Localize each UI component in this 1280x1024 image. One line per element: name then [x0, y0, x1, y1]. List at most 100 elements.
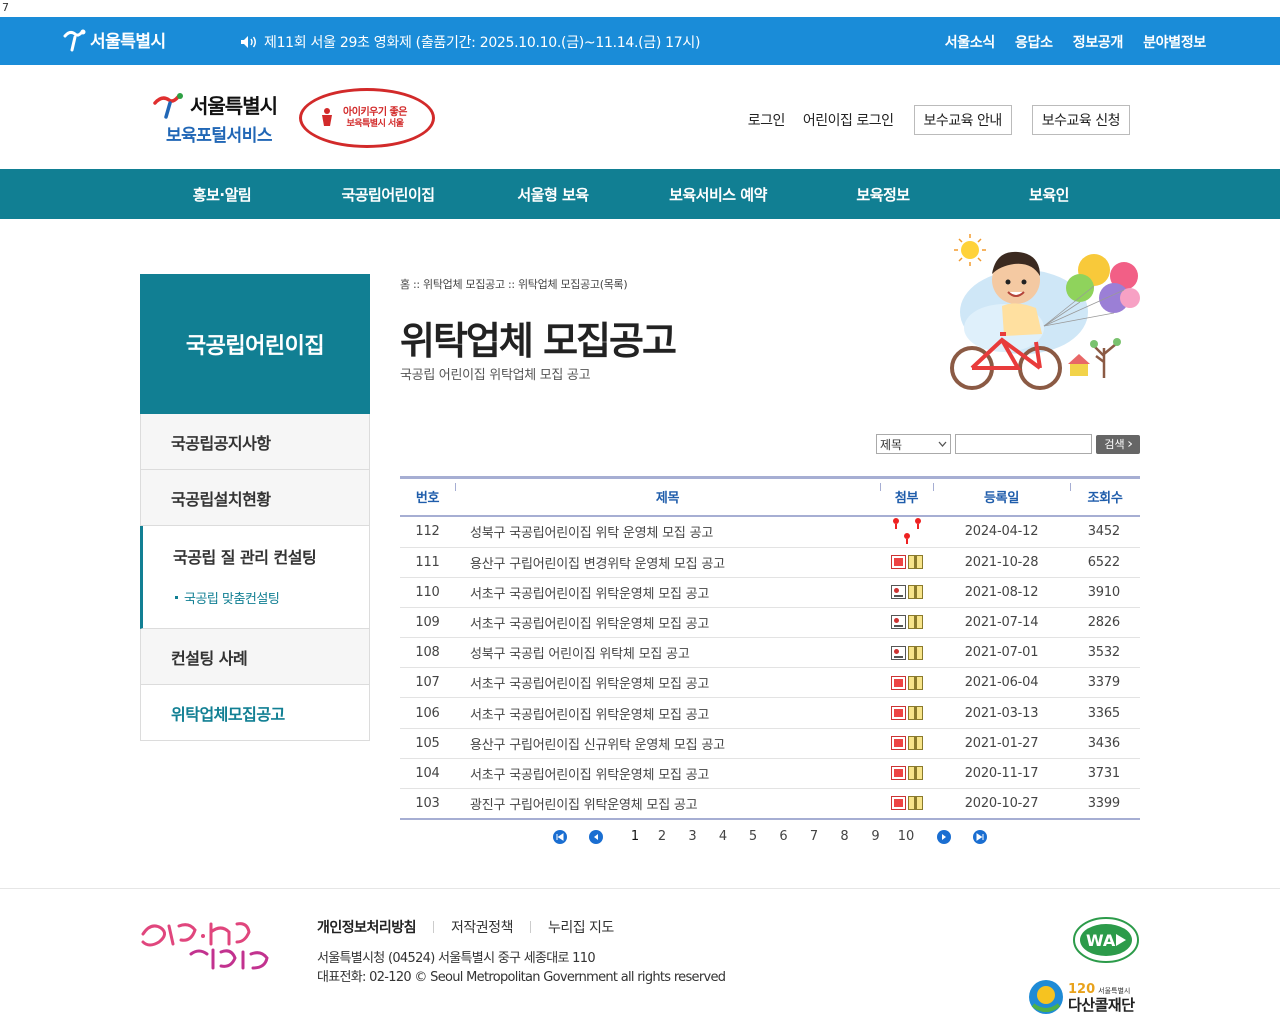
board-table: 번호 제목 첨부 등록일 조회수 112 성북구 국공립어린이집 위탁 운영체 모…: [400, 476, 1140, 820]
site-logo-line2: 보육포털서비스: [166, 126, 272, 146]
page-number-6[interactable]: 6: [768, 829, 799, 844]
i-seoul-u-slogan-logo[interactable]: [139, 914, 279, 974]
row-title-link[interactable]: 서초구 국공립어린이집 위탁운영체 모집 공고: [455, 668, 880, 698]
search-field-select[interactable]: 제목: [876, 434, 951, 454]
gnb-seoul-childcare[interactable]: 서울형 보육: [517, 184, 589, 205]
gnb-promo[interactable]: 홍보·알림: [193, 184, 252, 205]
gnb-public-daycare[interactable]: 국공립어린이집: [341, 184, 435, 205]
footer-address-line1: 서울특별시청 (04524) 서울특별시 중구 세종대로 110: [317, 951, 596, 966]
pdf-file-icon[interactable]: [890, 706, 906, 721]
row-title-link[interactable]: 광진구 구립어린이집 위탁운영체 모집 공고: [455, 789, 880, 819]
footer-link-copyright[interactable]: 저작권정책: [451, 917, 513, 937]
search-button[interactable]: 검색: [1096, 434, 1140, 454]
page-number-8[interactable]: 8: [829, 829, 860, 844]
row-title-link[interactable]: 성북구 국공립어린이집 위탁 운영체 모집 공고: [455, 516, 880, 548]
dasan-call-foundation-logo[interactable]: 120 서울특별시 다산콜재단: [1027, 979, 1135, 1015]
daycare-login-link[interactable]: 어린이집 로그인: [803, 110, 894, 130]
row-title-link[interactable]: 서초구 국공립어린이집 위탁운영체 모집 공고: [455, 758, 880, 788]
row-title-link[interactable]: 성북구 국공립 어린이집 위탁체 모집 공고: [455, 638, 880, 668]
attachment-marker-icon[interactable]: [912, 517, 924, 531]
table-row[interactable]: 107 서초구 국공립어린이집 위탁운영체 모집 공고 2021-06-04 3379: [400, 668, 1140, 698]
page-number-3[interactable]: 3: [677, 829, 708, 844]
table-row[interactable]: 112 성북구 국공립어린이집 위탁 운영체 모집 공고 2024-04-12 345…: [400, 516, 1140, 548]
training-guide-button[interactable]: 보수교육 안내: [913, 105, 1012, 135]
row-title-link[interactable]: 용산구 구립어린이집 신규위탁 운영체 모집 공고: [455, 728, 880, 758]
sidebar-item-consulting-cases[interactable]: 컨설팅 사례: [140, 629, 370, 685]
table-row[interactable]: 111 용산구 구립어린이집 변경위탁 운영체 모집 공고 2021-10-28 65…: [400, 547, 1140, 578]
table-row[interactable]: 106 서초구 국공립어린이집 위탁운영체 모집 공고 2021-03-13 3365: [400, 698, 1140, 729]
zip-file-icon[interactable]: [907, 766, 923, 781]
footer-link-privacy[interactable]: 개인정보처리방침: [317, 917, 417, 937]
web-accessibility-mark-icon[interactable]: WA: [1072, 916, 1140, 964]
hwp-file-icon[interactable]: [890, 615, 906, 630]
pdf-file-icon[interactable]: [890, 675, 906, 690]
hwp-file-icon[interactable]: [890, 585, 906, 600]
last-page-icon[interactable]: [973, 829, 987, 844]
page-number-10[interactable]: 10: [891, 829, 921, 844]
search-input[interactable]: [955, 434, 1092, 454]
pdf-file-icon[interactable]: [890, 766, 906, 781]
page-number-5[interactable]: 5: [738, 829, 768, 844]
login-link[interactable]: 로그인: [748, 110, 786, 130]
sidebar-item-quality-consulting[interactable]: 국공립 질 관리 컨설팅 국공립 맞춤컨설팅: [140, 526, 370, 629]
page-number-2[interactable]: 2: [647, 829, 677, 844]
row-title-link[interactable]: 서초구 국공립어린이집 위탁운영체 모집 공고: [455, 607, 880, 637]
zip-file-icon[interactable]: [907, 555, 923, 570]
page-number-7[interactable]: 7: [799, 829, 829, 844]
hwp-file-icon[interactable]: [890, 645, 906, 660]
page-title: 위탁업체 모집공고: [400, 319, 677, 363]
top-link-field-info[interactable]: 분야별정보: [1143, 32, 1206, 52]
dasan-symbol-icon: [1029, 980, 1063, 1014]
page-number-9[interactable]: 9: [860, 829, 891, 844]
row-title-link[interactable]: 용산구 구립어린이집 변경위탁 운영체 모집 공고: [455, 547, 880, 577]
row-title-link[interactable]: 서초구 국공립어린이집 위탁운영체 모집 공고: [455, 577, 880, 607]
zip-file-icon[interactable]: [907, 736, 923, 751]
sidebar-item-contractor-recruitment[interactable]: 위탁업체모집공고: [140, 685, 370, 741]
table-row[interactable]: 110 서초구 국공립어린이집 위탁운영체 모집 공고 2021-08-12 3910: [400, 577, 1140, 608]
seoul-logo[interactable]: 서울특별시: [62, 27, 166, 52]
table-row[interactable]: 108 성북구 국공립 어린이집 위탁체 모집 공고 2021-07-01 3532: [400, 638, 1140, 668]
top-link-seoul-news[interactable]: 서울소식: [945, 32, 996, 52]
table-row[interactable]: 105 용산구 구립어린이집 신규위탁 운영체 모집 공고 2021-01-27 34…: [400, 728, 1140, 759]
zip-file-icon[interactable]: [907, 706, 923, 721]
first-page-icon[interactable]: [553, 829, 567, 844]
notice-ticker[interactable]: 제11회 서울 29초 영화제 (출품기간: 2025.10.10.(금)~11…: [240, 32, 700, 52]
sidebar-item-installation-status[interactable]: 국공립설치현황: [140, 470, 370, 526]
search-field-select-value: 제목: [880, 437, 903, 452]
page-number-4[interactable]: 4: [708, 829, 738, 844]
attachment-marker-icon[interactable]: [890, 517, 902, 531]
dasan-number: 120: [1068, 981, 1096, 997]
pdf-file-icon[interactable]: [890, 796, 906, 811]
sidebar-subitem-custom-consulting[interactable]: 국공립 맞춤컨설팅: [173, 588, 339, 607]
next-page-icon[interactable]: [937, 829, 951, 844]
gnb-childcare-staff[interactable]: 보육인: [1029, 184, 1069, 205]
table-row[interactable]: 104 서초구 국공립어린이집 위탁운영체 모집 공고 2020-11-17 3731: [400, 758, 1140, 789]
zip-file-icon[interactable]: [907, 585, 923, 600]
zip-file-icon[interactable]: [907, 796, 923, 811]
page-number-1[interactable]: 1: [623, 829, 647, 844]
zip-file-icon[interactable]: [907, 645, 923, 660]
table-row[interactable]: 109 서초구 국공립어린이집 위탁운영체 모집 공고 2021-07-14 2826: [400, 607, 1140, 638]
sidebar-item-public-notice[interactable]: 국공립공지사항: [140, 414, 370, 470]
gnb-childcare-info[interactable]: 보육정보: [856, 184, 910, 205]
site-logo[interactable]: 서울특별시 보육포털서비스: [152, 89, 278, 146]
top-link-eungdapso[interactable]: 응답소: [1015, 32, 1053, 52]
row-date: 2021-07-01: [964, 645, 1039, 661]
attachment-marker-icon[interactable]: [901, 532, 913, 546]
pagination: 1 2 3 4 5 6 7 8 9 10: [553, 829, 987, 844]
prev-page-icon[interactable]: [589, 829, 603, 844]
table-row[interactable]: 103 광진구 구립어린이집 위탁운영체 모집 공고 2020-10-27 3399: [400, 789, 1140, 819]
row-number: 107: [415, 675, 440, 691]
zip-file-icon[interactable]: [907, 675, 923, 690]
childcare-slogan-logo[interactable]: 아이키우기 좋은 보육특별시 서울: [299, 88, 435, 148]
pdf-file-icon[interactable]: [890, 736, 906, 751]
sidebar-title: 국공립어린이집: [140, 274, 370, 414]
zip-file-icon[interactable]: [907, 615, 923, 630]
pdf-file-icon[interactable]: [890, 555, 906, 570]
training-apply-button[interactable]: 보수교육 신청: [1031, 105, 1130, 135]
gnb-service-booking[interactable]: 보육서비스 예약: [669, 184, 767, 205]
row-attachments: [880, 728, 933, 758]
row-title-link[interactable]: 서초구 국공립어린이집 위탁운영체 모집 공고: [455, 698, 880, 728]
top-link-info-open[interactable]: 정보공개: [1073, 32, 1124, 52]
footer-link-sitemap[interactable]: 누리집 지도: [548, 917, 614, 937]
